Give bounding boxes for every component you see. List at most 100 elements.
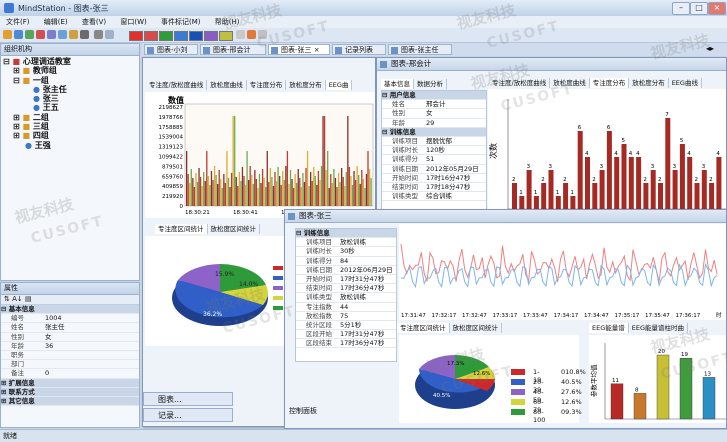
tab-focus-dist[interactable]: 专注度分布 bbox=[589, 78, 630, 88]
y-axis-label: 数值 bbox=[168, 95, 184, 105]
tab-focus-stat[interactable]: 专注度区间统计 bbox=[155, 224, 208, 234]
tab-data-analysis[interactable]: 数据分析 bbox=[414, 79, 447, 89]
toolbar bbox=[0, 28, 727, 43]
tree-node-user[interactable]: ● 张主任 bbox=[3, 85, 139, 94]
y-tick-label: 659760 bbox=[162, 174, 183, 180]
eeg-spectrum-bar bbox=[702, 377, 716, 420]
user-icon[interactable] bbox=[47, 30, 56, 39]
alpha-sort-icon[interactable]: A↓ bbox=[12, 295, 23, 303]
legend-swatch bbox=[273, 276, 283, 280]
section-other[interactable]: ⊞ 其它信息 bbox=[1, 396, 139, 407]
minimized-window[interactable]: 记录... bbox=[143, 408, 233, 422]
eeg-bar bbox=[195, 173, 197, 206]
section-user[interactable]: ⊟ 用户信息 bbox=[382, 91, 486, 101]
tab-eeg[interactable]: EEG曲线 bbox=[669, 78, 702, 88]
tree-node-teachers[interactable]: ⊞ ■ 教师组 bbox=[3, 66, 139, 75]
tab-records[interactable]: 记录列表 bbox=[332, 44, 386, 55]
tab-relax-dist[interactable]: 放松度分布 bbox=[629, 78, 669, 88]
bar-data-label: 19 bbox=[681, 352, 688, 358]
dist-bar bbox=[628, 157, 634, 209]
menu-view[interactable]: 查看(V) bbox=[76, 16, 112, 28]
color-swatch-blue[interactable] bbox=[174, 31, 188, 41]
tab-focus-relax-curve[interactable]: 专注度/放松度曲线 bbox=[146, 80, 208, 90]
save-icon[interactable] bbox=[14, 30, 23, 39]
menu-window[interactable]: 窗口(W) bbox=[114, 16, 152, 28]
tab-relax-dist[interactable]: 放松度分布 bbox=[286, 80, 326, 90]
tab-relax-curve[interactable]: 放松度曲线 bbox=[207, 80, 247, 90]
tab-xiaoliu[interactable]: 图表-小刘 bbox=[144, 44, 198, 55]
tree-node-user[interactable]: ● 王强 bbox=[3, 141, 139, 150]
tab-relax-stat[interactable]: 放松度区间统计 bbox=[450, 323, 502, 333]
eeg-bar bbox=[314, 176, 316, 206]
open-icon[interactable] bbox=[3, 30, 12, 39]
tab-focus-dist[interactable]: 专注度分布 bbox=[247, 80, 287, 90]
sort-icon[interactable]: ⇅ bbox=[4, 295, 10, 303]
tab-focus-relax-curve[interactable]: 专注度/放松度曲线 bbox=[489, 78, 551, 88]
tab-zhangsan[interactable]: 图表-张三 × bbox=[268, 44, 330, 55]
tree-node-root[interactable]: ⊟ ■ 心理调适教室 bbox=[3, 57, 139, 66]
color-swatch-red2[interactable] bbox=[144, 31, 158, 41]
eeg-bar bbox=[261, 169, 264, 206]
tab-basic-info[interactable]: 基本信息 bbox=[381, 79, 414, 89]
tree-node-user[interactable]: ● 张三 bbox=[3, 94, 139, 103]
tree-node-group2[interactable]: ⊞ ■ 二组 bbox=[3, 113, 139, 122]
settings-icon[interactable] bbox=[94, 30, 103, 39]
section-basic[interactable]: ⊟ 基本信息 bbox=[1, 305, 139, 315]
tab-focus-stat[interactable]: 专注度区间统计 bbox=[397, 323, 450, 333]
prop-row: 放松指数 75 bbox=[296, 312, 396, 321]
eeg-bar bbox=[252, 184, 254, 206]
tree-node-user[interactable]: ● 王五 bbox=[3, 103, 139, 112]
section-training[interactable]: ⊟ 训练信息 bbox=[296, 229, 396, 239]
chart-icon bbox=[147, 47, 154, 54]
eeg-bar bbox=[221, 188, 223, 206]
y-tick-label: 2198627 bbox=[159, 105, 184, 111]
tree-node-group1[interactable]: ⊟ ■ 一组 bbox=[3, 76, 139, 85]
minimize-button[interactable]: – bbox=[672, 2, 690, 15]
bar-data-label: 4 bbox=[716, 151, 720, 157]
tab-zhangzhuren[interactable]: 图表-张主任 bbox=[388, 44, 452, 55]
tab-eeg[interactable]: EEG曲 bbox=[325, 80, 353, 90]
menu-help[interactable]: 帮助(H) bbox=[209, 16, 246, 28]
tab-relax-stat[interactable]: 放松度区间统计 bbox=[208, 224, 260, 234]
color-swatch-green[interactable] bbox=[159, 31, 173, 41]
page-icon[interactable]: ▤ bbox=[25, 295, 32, 303]
section-extended[interactable]: ⊞ 扩展信息 bbox=[1, 378, 139, 388]
color-swatch-red[interactable] bbox=[129, 31, 143, 41]
dist-bar bbox=[570, 196, 576, 209]
menu-edit[interactable]: 编辑(E) bbox=[38, 16, 74, 28]
color-swatch-darkblue[interactable] bbox=[189, 31, 203, 41]
maximize-button[interactable]: □ bbox=[690, 2, 708, 15]
dropdown-icon[interactable] bbox=[258, 30, 267, 39]
section-training[interactable]: ⊟ 训练信息 bbox=[382, 127, 486, 137]
eeg-bar bbox=[243, 176, 245, 206]
close-button[interactable]: × bbox=[708, 2, 726, 15]
tree-node-group3[interactable]: ⊞ ■ 三组 bbox=[3, 122, 139, 131]
minimized-window[interactable]: 图表... bbox=[143, 392, 233, 406]
dist-bar bbox=[512, 183, 517, 209]
tab-eeg-spectrum-time[interactable]: EEG能量谱柱时曲 bbox=[629, 323, 689, 333]
color-swatch-purple[interactable] bbox=[204, 31, 218, 41]
help-icon[interactable] bbox=[105, 30, 114, 39]
tab-eeg-spectrum[interactable]: EEG能量谱 bbox=[589, 323, 629, 333]
tab-xingkuaiji[interactable]: 图表-邢会计 bbox=[200, 44, 266, 55]
window-title: MindStation - 图表-张三 bbox=[18, 4, 109, 13]
tree-node-group4[interactable]: ⊞ ■ 四组 bbox=[3, 131, 139, 140]
color-swatch-yellow[interactable] bbox=[219, 31, 233, 41]
chart-tabs: 专注度/放松度曲线 放松度曲线 专注度分布 放松度分布 EEG曲 bbox=[146, 80, 375, 90]
tab-scroll-icon[interactable]: ◂▸ bbox=[706, 44, 714, 53]
refresh-icon[interactable] bbox=[25, 30, 34, 39]
chart-icon[interactable] bbox=[58, 30, 67, 39]
control-panel-label[interactable]: 控制面板 bbox=[289, 406, 317, 416]
section-contact[interactable]: ⊞ 联系方式 bbox=[1, 387, 139, 397]
y-axis-label: 参数平均值 bbox=[589, 364, 598, 397]
menu-event-mark[interactable]: 事件标记(M) bbox=[155, 16, 207, 28]
print-icon[interactable] bbox=[80, 30, 89, 39]
tab-relax-curve[interactable]: 放松度曲线 bbox=[550, 78, 590, 88]
record-icon[interactable] bbox=[36, 30, 45, 39]
folder-icon[interactable] bbox=[69, 30, 78, 39]
close-icon[interactable]: × bbox=[314, 46, 320, 54]
menu-file[interactable]: 文件(F) bbox=[0, 16, 36, 28]
legend-swatch bbox=[273, 286, 283, 290]
paint-icon[interactable] bbox=[247, 30, 256, 39]
color-picker-icon[interactable] bbox=[236, 30, 245, 39]
